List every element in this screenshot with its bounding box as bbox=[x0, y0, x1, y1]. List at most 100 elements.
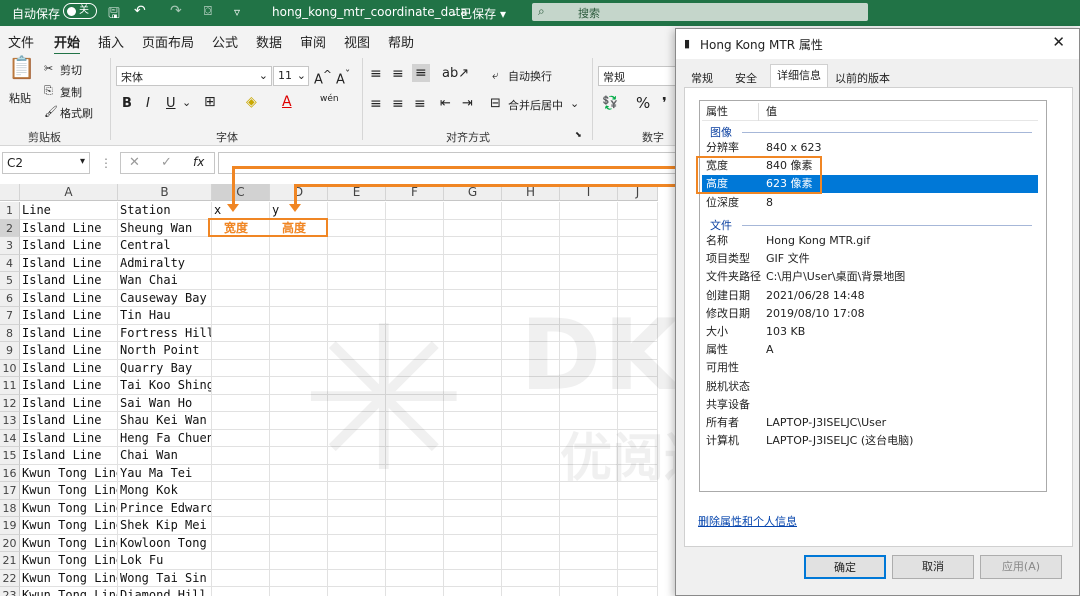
table-cell[interactable]: Wong Tai Sin bbox=[118, 569, 212, 587]
table-cell[interactable]: Island Line bbox=[20, 359, 118, 377]
table-cell[interactable] bbox=[386, 517, 444, 535]
copy-icon[interactable]: ⎘ bbox=[44, 84, 53, 98]
table-cell[interactable] bbox=[502, 429, 560, 447]
table-cell[interactable] bbox=[328, 569, 386, 587]
column-header-a[interactable]: A bbox=[20, 184, 118, 201]
property-row[interactable]: 修改日期 2019/08/10 17:08 bbox=[702, 305, 1038, 323]
menu-file[interactable]: 文件 bbox=[8, 32, 34, 51]
table-cell[interactable]: Sai Wan Ho bbox=[118, 394, 212, 412]
table-cell[interactable] bbox=[560, 237, 618, 255]
italic-button[interactable]: I bbox=[146, 96, 150, 111]
align-center-icon[interactable]: ≡ bbox=[392, 96, 404, 112]
increase-font-button[interactable]: A^ bbox=[314, 68, 332, 87]
confirm-icon[interactable]: ✓ bbox=[161, 155, 172, 170]
row-header[interactable]: 6 bbox=[0, 289, 20, 307]
table-cell[interactable] bbox=[212, 342, 270, 360]
decrease-indent-icon[interactable]: ⇤ bbox=[440, 96, 451, 111]
column-header-j[interactable]: J bbox=[618, 184, 658, 201]
table-cell[interactable] bbox=[444, 517, 502, 535]
table-cell[interactable] bbox=[618, 254, 658, 272]
table-cell[interactable]: Kwun Tong Line bbox=[20, 517, 118, 535]
row-header[interactable]: 3 bbox=[0, 237, 20, 255]
table-cell[interactable] bbox=[444, 587, 502, 596]
table-cell[interactable]: Fortress Hill bbox=[118, 324, 212, 342]
underline-dropdown-icon[interactable]: ⌄ bbox=[182, 96, 191, 109]
save-icon[interactable]: 🖫 bbox=[108, 3, 120, 27]
row-header[interactable]: 18 bbox=[0, 499, 20, 517]
table-cell[interactable] bbox=[212, 377, 270, 395]
table-cell[interactable] bbox=[328, 254, 386, 272]
menu-page-layout[interactable]: 页面布局 bbox=[142, 32, 194, 51]
row-header[interactable]: 8 bbox=[0, 324, 20, 342]
table-cell[interactable] bbox=[502, 447, 560, 465]
paste-icon[interactable]: 📋 bbox=[8, 58, 35, 88]
column-header-c[interactable]: C bbox=[212, 184, 270, 201]
table-cell[interactable]: Line bbox=[20, 202, 118, 220]
table-cell[interactable]: Island Line bbox=[20, 237, 118, 255]
table-cell[interactable]: Heng Fa Chuen bbox=[118, 429, 212, 447]
table-cell[interactable]: Island Line bbox=[20, 219, 118, 237]
align-left-icon[interactable]: ≡ bbox=[370, 96, 382, 112]
table-cell[interactable]: Shek Kip Mei bbox=[118, 517, 212, 535]
table-cell[interactable] bbox=[618, 569, 658, 587]
property-row[interactable]: 属性 A bbox=[702, 341, 1038, 359]
table-cell[interactable]: Island Line bbox=[20, 429, 118, 447]
column-header-i[interactable]: I bbox=[560, 184, 618, 201]
property-row[interactable]: 分辨率 840 x 623 bbox=[702, 139, 1038, 157]
table-cell[interactable] bbox=[212, 447, 270, 465]
table-cell[interactable]: North Point bbox=[118, 342, 212, 360]
table-cell[interactable] bbox=[560, 202, 618, 220]
table-cell[interactable] bbox=[386, 237, 444, 255]
property-row[interactable]: 计算机 LAPTOP-J3ISELJC (这台电脑) bbox=[702, 432, 1038, 450]
table-cell[interactable]: Island Line bbox=[20, 307, 118, 325]
row-header[interactable]: 23 bbox=[0, 587, 20, 596]
orientation-icon[interactable]: ab↗ bbox=[442, 66, 469, 81]
camera-icon[interactable]: ⌼ bbox=[204, 4, 212, 19]
table-cell[interactable]: Tin Hau bbox=[118, 307, 212, 325]
table-cell[interactable] bbox=[270, 237, 328, 255]
customize-icon[interactable]: ▿ bbox=[234, 5, 240, 19]
table-cell[interactable] bbox=[386, 569, 444, 587]
menu-formulas[interactable]: 公式 bbox=[212, 32, 238, 51]
tab-previous-versions[interactable]: 以前的版本 bbox=[828, 67, 897, 87]
table-cell[interactable] bbox=[212, 359, 270, 377]
table-cell[interactable] bbox=[270, 587, 328, 596]
close-icon[interactable]: ✕ bbox=[1052, 33, 1065, 51]
property-row[interactable]: 共享设备 bbox=[702, 396, 1038, 414]
number-format-select[interactable]: 常规 bbox=[598, 66, 680, 86]
table-cell[interactable] bbox=[212, 464, 270, 482]
table-cell[interactable] bbox=[502, 272, 560, 290]
table-cell[interactable] bbox=[212, 569, 270, 587]
wrap-text-button[interactable]: 自动换行 bbox=[508, 68, 552, 84]
table-cell[interactable] bbox=[618, 499, 658, 517]
row-header[interactable]: 12 bbox=[0, 394, 20, 412]
percent-button[interactable]: % bbox=[636, 94, 650, 112]
table-cell[interactable] bbox=[212, 517, 270, 535]
menu-view[interactable]: 视图 bbox=[344, 32, 370, 51]
table-cell[interactable]: Admiralty bbox=[118, 254, 212, 272]
merge-center-button[interactable]: 合并后居中 bbox=[508, 97, 563, 113]
table-cell[interactable] bbox=[270, 552, 328, 570]
column-header-d[interactable]: D bbox=[270, 184, 328, 201]
cancel-icon[interactable]: ✕ bbox=[129, 155, 140, 170]
table-cell[interactable] bbox=[444, 552, 502, 570]
property-row[interactable]: 创建日期 2021/06/28 14:48 bbox=[702, 287, 1038, 305]
table-cell[interactable] bbox=[328, 202, 386, 220]
table-cell[interactable]: Wan Chai bbox=[118, 272, 212, 290]
table-cell[interactable]: Yau Ma Tei bbox=[118, 464, 212, 482]
wrap-text-icon[interactable]: ⤶ bbox=[492, 68, 499, 83]
table-cell[interactable] bbox=[560, 587, 618, 596]
table-cell[interactable]: Kwun Tong Line bbox=[20, 499, 118, 517]
table-cell[interactable]: Shau Kei Wan bbox=[118, 412, 212, 430]
property-row[interactable]: 名称 Hong Kong MTR.gif bbox=[702, 232, 1038, 250]
tab-general[interactable]: 常规 bbox=[684, 67, 720, 87]
table-cell[interactable] bbox=[212, 412, 270, 430]
format-painter-button[interactable]: 格式刷 bbox=[60, 105, 93, 121]
menu-insert[interactable]: 插入 bbox=[98, 32, 124, 51]
table-cell[interactable] bbox=[502, 237, 560, 255]
cut-button[interactable]: 剪切 bbox=[60, 62, 82, 78]
alignment-launcher-icon[interactable]: ⬊ bbox=[575, 130, 582, 139]
table-cell[interactable] bbox=[328, 534, 386, 552]
table-cell[interactable] bbox=[502, 202, 560, 220]
table-cell[interactable]: Island Line bbox=[20, 324, 118, 342]
